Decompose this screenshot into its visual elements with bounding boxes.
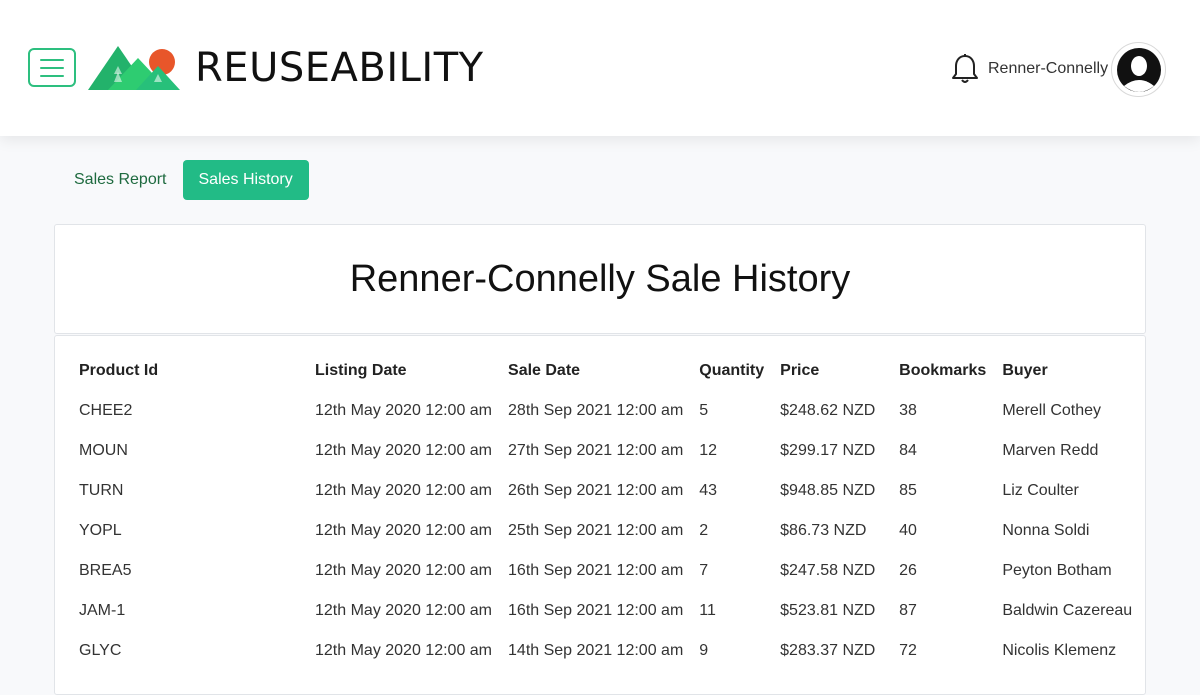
cell-sale-date: 28th Sep 2021 12:00 am: [508, 402, 684, 419]
cell-buyer: Merell Cothey: [1002, 402, 1102, 419]
cell-listing-date: 12th May 2020 12:00 am: [315, 642, 493, 659]
cell-buyer: Nonna Soldi: [1002, 522, 1090, 539]
bell-icon[interactable]: [950, 53, 980, 85]
cell-product-id: BREA5: [79, 562, 132, 579]
cell-product-id: YOPL: [79, 522, 122, 539]
cell-listing-date: 12th May 2020 12:00 am: [315, 402, 493, 419]
sales-history-card: Product Id Listing Date Sale Date Quanti…: [54, 335, 1146, 695]
cell-sale-date: 26th Sep 2021 12:00 am: [508, 482, 684, 499]
cell-buyer: Baldwin Cazereau: [1002, 602, 1133, 619]
cell-buyer: Nicolis Klemenz: [1002, 642, 1117, 659]
column-header-listing-date[interactable]: Listing Date: [307, 351, 500, 391]
cell-price: $247.58 NZD: [780, 562, 876, 579]
user-avatar-icon[interactable]: [1111, 42, 1166, 97]
brand-name[interactable]: REUSEABILITY: [195, 44, 484, 92]
cell-bookmarks: 85: [899, 482, 917, 499]
cell-quantity: 43: [699, 482, 718, 499]
cell-sale-date: 27th Sep 2021 12:00 am: [508, 442, 684, 459]
cell-quantity: 7: [699, 562, 709, 579]
column-header-sale-date[interactable]: Sale Date: [500, 351, 691, 391]
brand-logo[interactable]: [88, 44, 182, 92]
cell-buyer: Marven Redd: [1002, 442, 1099, 459]
cell-product-id: CHEE2: [79, 402, 133, 419]
sales-history-table: Product Id Listing Date Sale Date Quanti…: [71, 351, 1144, 671]
column-header-quantity[interactable]: Quantity: [691, 351, 772, 391]
cell-price: $283.37 NZD: [780, 642, 876, 659]
cell-sale-date: 16th Sep 2021 12:00 am: [508, 602, 684, 619]
cell-price: $248.62 NZD: [780, 402, 876, 419]
cell-buyer: Peyton Botham: [1002, 562, 1112, 579]
column-header-price[interactable]: Price: [772, 351, 891, 391]
table-row[interactable]: GLYC 12th May 2020 12:00 am 14th Sep 202…: [71, 631, 1144, 671]
page-title: Renner-Connelly Sale History: [349, 257, 851, 300]
cell-quantity: 9: [699, 642, 709, 659]
cell-bookmarks: 84: [899, 442, 917, 459]
cell-sale-date: 14th Sep 2021 12:00 am: [508, 642, 684, 659]
cell-quantity: 11: [699, 602, 716, 619]
table-row[interactable]: BREA5 12th May 2020 12:00 am 16th Sep 20…: [71, 551, 1144, 591]
cell-buyer: Liz Coulter: [1002, 482, 1079, 499]
cell-quantity: 5: [699, 402, 709, 419]
title-card: Renner-Connelly Sale History: [54, 224, 1146, 334]
table-row[interactable]: YOPL 12th May 2020 12:00 am 25th Sep 202…: [71, 511, 1144, 551]
top-navbar: REUSEABILITY Renner-Connelly: [0, 0, 1200, 136]
page-tabs: Sales Report Sales History: [62, 160, 309, 200]
cell-listing-date: 12th May 2020 12:00 am: [315, 602, 493, 619]
cell-bookmarks: 72: [899, 642, 917, 659]
user-name[interactable]: Renner-Connelly: [988, 58, 1108, 80]
cell-price: $299.17 NZD: [780, 442, 876, 459]
column-header-bookmarks[interactable]: Bookmarks: [891, 351, 994, 391]
cell-sale-date: 16th Sep 2021 12:00 am: [508, 562, 684, 579]
cell-price: $523.81 NZD: [780, 602, 876, 619]
table-header-row: Product Id Listing Date Sale Date Quanti…: [71, 351, 1144, 391]
table-row[interactable]: MOUN 12th May 2020 12:00 am 27th Sep 202…: [71, 431, 1144, 471]
tab-sales-report[interactable]: Sales Report: [62, 160, 179, 200]
cell-product-id: JAM-1: [79, 602, 126, 619]
table-row[interactable]: CHEE2 12th May 2020 12:00 am 28th Sep 20…: [71, 391, 1144, 431]
cell-bookmarks: 40: [899, 522, 917, 539]
cell-product-id: MOUN: [79, 442, 128, 459]
cell-bookmarks: 38: [899, 402, 917, 419]
column-header-buyer[interactable]: Buyer: [994, 351, 1144, 391]
table-row[interactable]: TURN 12th May 2020 12:00 am 26th Sep 202…: [71, 471, 1144, 511]
table-row[interactable]: JAM-1 12th May 2020 12:00 am 16th Sep 20…: [71, 591, 1144, 631]
cell-sale-date: 25th Sep 2021 12:00 am: [508, 522, 684, 539]
cell-listing-date: 12th May 2020 12:00 am: [315, 522, 493, 539]
cell-listing-date: 12th May 2020 12:00 am: [315, 442, 493, 459]
cell-listing-date: 12th May 2020 12:00 am: [315, 562, 493, 579]
cell-price: $86.73 NZD: [780, 522, 867, 539]
cell-product-id: TURN: [79, 482, 124, 499]
cell-listing-date: 12th May 2020 12:00 am: [315, 482, 493, 499]
tab-sales-history[interactable]: Sales History: [182, 160, 309, 200]
cell-product-id: GLYC: [79, 642, 122, 659]
cell-bookmarks: 26: [899, 562, 917, 579]
cell-price: $948.85 NZD: [780, 482, 876, 499]
cell-bookmarks: 87: [899, 602, 917, 619]
cell-quantity: 12: [699, 442, 718, 459]
column-header-product-id[interactable]: Product Id: [71, 351, 307, 391]
cell-quantity: 2: [699, 522, 709, 539]
hamburger-menu-icon[interactable]: [28, 48, 76, 87]
